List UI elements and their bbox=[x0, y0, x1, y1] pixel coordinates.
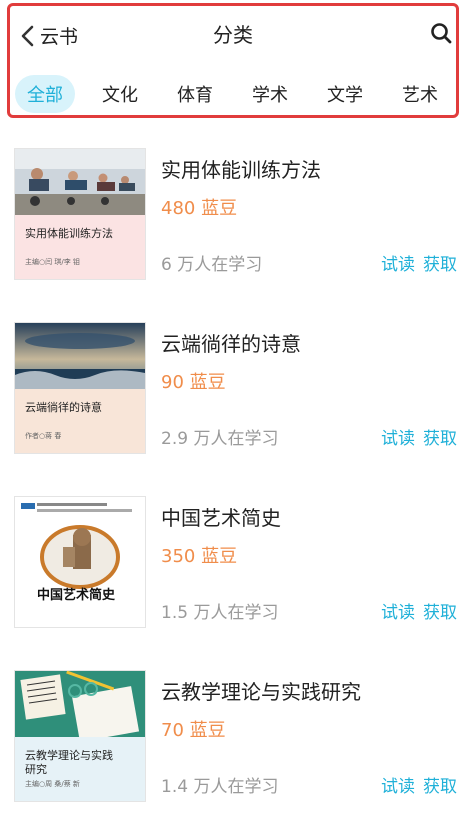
cover-title: 中国艺术简史 bbox=[37, 588, 116, 603]
book-title[interactable]: 云教学理论与实践研究 bbox=[161, 676, 361, 705]
book-item[interactable]: 云端徜徉的诗意 作者○蒋 春 云端徜徉的诗意 90 蓝豆 2.9 万人在学习 试… bbox=[0, 304, 465, 454]
cover-title: 云端徜徉的诗意 bbox=[25, 401, 102, 414]
get-button[interactable]: 获取 bbox=[423, 603, 457, 623]
trial-read-button[interactable]: 试读 bbox=[381, 603, 415, 623]
book-actions: 试读 获取 bbox=[373, 772, 457, 797]
cover-image bbox=[15, 497, 145, 627]
book-cover[interactable]: 云教学理论与实践研究 主编○周 桑/蔡 新 bbox=[14, 670, 146, 802]
book-actions: 试读 获取 bbox=[373, 598, 457, 623]
book-price: 350 蓝豆 bbox=[161, 546, 238, 567]
book-title[interactable]: 中国艺术简史 bbox=[161, 502, 281, 531]
page-title: 分类 bbox=[213, 23, 253, 47]
search-icon[interactable] bbox=[430, 22, 452, 44]
cover-title: 云教学理论与实践研究 bbox=[25, 749, 113, 776]
book-price: 480 蓝豆 bbox=[161, 198, 238, 219]
learner-count: 6 万人在学习 bbox=[161, 255, 263, 275]
tab-all[interactable]: 全部 bbox=[15, 75, 75, 113]
book-item[interactable]: 中国艺术简史 中国艺术简史 350 蓝豆 1.5 万人在学习 试读 获取 bbox=[0, 478, 465, 628]
book-title[interactable]: 实用体能训练方法 bbox=[161, 154, 321, 183]
cover-author: 主编○闫 琪/李 钼 bbox=[25, 258, 80, 266]
category-tabs: 全部 文化 体育 学术 文学 艺术 bbox=[15, 74, 450, 114]
book-item[interactable]: 实用体能训练方法 主编○闫 琪/李 钼 实用体能训练方法 480 蓝豆 6 万人… bbox=[0, 130, 465, 280]
book-title[interactable]: 云端徜徉的诗意 bbox=[161, 328, 301, 357]
cover-panel bbox=[15, 215, 145, 279]
trial-read-button[interactable]: 试读 bbox=[381, 777, 415, 797]
get-button[interactable]: 获取 bbox=[423, 777, 457, 797]
learner-count: 2.9 万人在学习 bbox=[161, 429, 279, 449]
book-price: 70 蓝豆 bbox=[161, 720, 226, 741]
book-item[interactable]: 云教学理论与实践研究 主编○周 桑/蔡 新 云教学理论与实践研究 70 蓝豆 1… bbox=[0, 652, 465, 802]
book-price: 90 蓝豆 bbox=[161, 372, 226, 393]
get-button[interactable]: 获取 bbox=[423, 255, 457, 275]
tab-art[interactable]: 艺术 bbox=[390, 75, 450, 113]
cover-panel bbox=[15, 389, 145, 453]
tab-academic[interactable]: 学术 bbox=[240, 75, 300, 113]
get-button[interactable]: 获取 bbox=[423, 429, 457, 449]
book-cover[interactable]: 云端徜徉的诗意 作者○蒋 春 bbox=[14, 322, 146, 454]
tab-literature[interactable]: 文学 bbox=[315, 75, 375, 113]
book-actions: 试读 获取 bbox=[373, 424, 457, 449]
book-cover[interactable]: 中国艺术简史 bbox=[14, 496, 146, 628]
cover-author: 主编○周 桑/蔡 新 bbox=[25, 780, 80, 788]
book-cover[interactable]: 实用体能训练方法 主编○闫 琪/李 钼 bbox=[14, 148, 146, 280]
cover-image bbox=[15, 323, 145, 389]
cover-image bbox=[15, 149, 145, 215]
learner-count: 1.4 万人在学习 bbox=[161, 777, 279, 797]
header-bar: 云书 分类 全部 文化 体育 学术 文学 艺术 bbox=[7, 3, 459, 118]
tab-culture[interactable]: 文化 bbox=[90, 75, 150, 113]
tab-sports[interactable]: 体育 bbox=[165, 75, 225, 113]
learner-count: 1.5 万人在学习 bbox=[161, 603, 279, 623]
trial-read-button[interactable]: 试读 bbox=[381, 255, 415, 275]
book-actions: 试读 获取 bbox=[373, 250, 457, 275]
cover-title: 实用体能训练方法 bbox=[25, 227, 113, 240]
cover-image bbox=[15, 671, 145, 737]
trial-read-button[interactable]: 试读 bbox=[381, 429, 415, 449]
cover-author: 作者○蒋 春 bbox=[25, 432, 62, 440]
